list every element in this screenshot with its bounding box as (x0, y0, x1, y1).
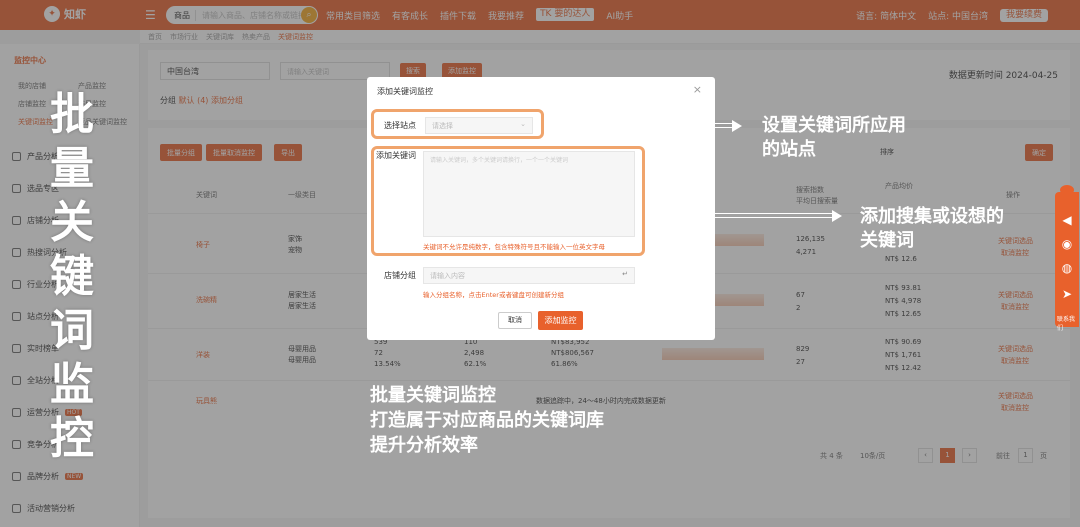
site-select[interactable]: 请选择 ⌄ (425, 117, 533, 134)
group-hint: 输入分组名称，点击Enter或者键盘可创建新分组 (423, 291, 564, 299)
vertical-char: 词 (50, 305, 94, 356)
site-placeholder: 请选择 (432, 122, 453, 130)
callout-keywords: 添加搜集或设想的 关键词 (860, 205, 1004, 253)
arrow-line (652, 213, 834, 218)
keyword-textarea[interactable]: 请输入关键词，多个关键词请换行，一个一个关键词 (423, 151, 635, 237)
vertical-char: 量 (50, 143, 94, 194)
callout-site: 设置关键词所应用 的站点 (762, 114, 906, 162)
contact-label[interactable]: 联系我们 (1057, 314, 1079, 332)
cancel-button[interactable]: 取消 (498, 312, 532, 329)
vertical-char: 关 (50, 197, 94, 248)
keyword-hint: 关键词不允许是纯数字，包含特殊符号且不能输入一位英文字母 (423, 243, 605, 251)
wechat-icon[interactable]: ◍ (1059, 260, 1075, 276)
vertical-char: 监 (50, 359, 94, 410)
vertical-title: 批 量 关 键 词 监 控 (44, 88, 100, 466)
site-label: 选择站点 (384, 121, 416, 130)
arrow-line (548, 123, 734, 128)
keyword-label: 添加关键词 (376, 151, 416, 160)
add-keyword-modal: 添加关键词监控 × 选择站点 请选择 ⌄ 添加关键词 请输入关键词，多个关键词请… (367, 77, 715, 340)
group-label: 店铺分组 (384, 271, 416, 280)
enter-icon: ↵ (622, 270, 628, 278)
group-placeholder: 请输入内容 (430, 272, 465, 280)
vertical-char: 控 (50, 413, 94, 464)
caption-line: 提升分析效率 (370, 435, 478, 456)
add-monitor-confirm-button[interactable]: 添加监控 (538, 311, 583, 330)
chevron-down-icon: ⌄ (520, 120, 526, 128)
caption-line: 批量关键词监控 (370, 385, 496, 406)
callout-line: 设置关键词所应用 (762, 115, 906, 136)
callout-line: 添加搜集或设想的 (860, 206, 1004, 227)
eye-icon[interactable]: ◉ (1059, 236, 1075, 252)
arrow-right-icon (732, 120, 742, 132)
caption-line: 打造属于对应商品的关键词库 (370, 410, 604, 431)
send-icon[interactable]: ➤ (1059, 286, 1075, 302)
speaker-icon[interactable]: ◀ (1059, 212, 1075, 228)
contact-float-bar: ◀ ◉ ◍ ➤ 联系我们 (1055, 192, 1079, 332)
modal-title: 添加关键词监控 (377, 87, 433, 96)
callout-line: 关键词 (860, 230, 914, 251)
close-icon[interactable]: × (693, 83, 702, 96)
bottom-caption: 批量关键词监控 打造属于对应商品的关键词库 提升分析效率 (370, 383, 604, 458)
vertical-char: 批 (50, 89, 94, 140)
callout-line: 的站点 (762, 139, 816, 160)
group-input[interactable]: 请输入内容 ↵ (423, 267, 635, 284)
vertical-char: 键 (50, 251, 94, 302)
arrow-right-icon (832, 210, 842, 222)
